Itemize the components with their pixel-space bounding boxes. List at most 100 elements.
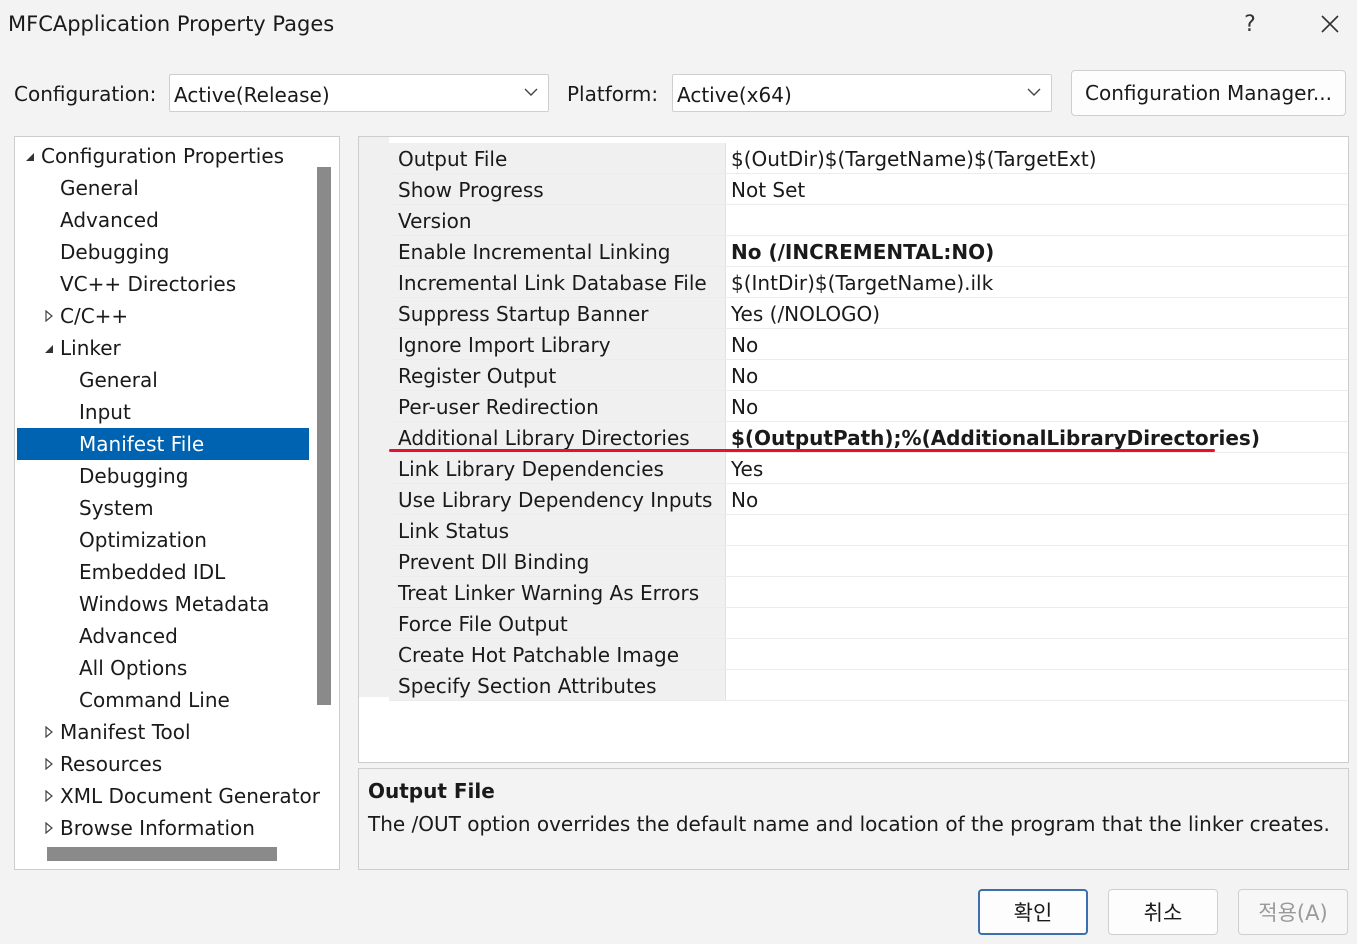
property-value[interactable]: $(OutDir)$(TargetName)$(TargetExt) bbox=[731, 143, 1097, 173]
tree-item[interactable]: Browse Information bbox=[17, 812, 309, 844]
tree-item[interactable]: Optimization bbox=[17, 524, 309, 556]
tree-expander[interactable] bbox=[42, 748, 56, 780]
property-row[interactable]: Force File Output bbox=[389, 608, 1348, 639]
tree-item-label: Embedded IDL bbox=[79, 560, 226, 584]
property-name: Additional Library Directories bbox=[389, 422, 726, 452]
property-row[interactable]: Enable Incremental Linking No (/INCREMENT… bbox=[389, 236, 1348, 267]
tree-item-label: Input bbox=[79, 400, 131, 424]
tree-item[interactable]: General bbox=[17, 364, 309, 396]
tree-item[interactable]: Embedded IDL bbox=[17, 556, 309, 588]
property-row[interactable]: Incremental Link Database File $(IntDir)$… bbox=[389, 267, 1348, 298]
tree-item[interactable]: XML Document Generator bbox=[17, 780, 320, 812]
close-button[interactable] bbox=[1310, 6, 1350, 42]
tree-item-label: Debugging bbox=[79, 464, 189, 488]
property-value[interactable]: No bbox=[731, 391, 758, 421]
tree-item[interactable]: Advanced bbox=[17, 204, 309, 236]
tree-item[interactable]: Debugging bbox=[17, 460, 309, 492]
platform-dropdown[interactable]: Active(x64) bbox=[672, 74, 1052, 112]
tree-item-label: XML Document Generator bbox=[60, 784, 320, 808]
tree-item[interactable]: Linker bbox=[17, 332, 309, 364]
property-row[interactable]: Output File $(OutDir)$(TargetName)$(Targe… bbox=[389, 143, 1348, 174]
property-name: Output File bbox=[389, 143, 726, 173]
property-row[interactable]: Link Status bbox=[389, 515, 1348, 546]
tree-item[interactable]: Resources bbox=[17, 748, 309, 780]
platform-label: Platform: bbox=[567, 82, 659, 106]
tree-item-label: Optimization bbox=[79, 528, 207, 552]
tree-item-label: System bbox=[79, 496, 154, 520]
tree-item-label: Browse Information bbox=[60, 816, 255, 840]
tree-item[interactable]: Manifest File bbox=[17, 428, 309, 460]
ok-button[interactable]: 확인 bbox=[978, 889, 1088, 935]
tree-item[interactable]: Command Line bbox=[17, 684, 309, 716]
property-value[interactable]: $(IntDir)$(TargetName).ilk bbox=[731, 267, 993, 297]
property-name: Prevent Dll Binding bbox=[389, 546, 726, 576]
property-row[interactable]: Specify Section Attributes bbox=[389, 670, 1348, 701]
expanded-triangle-icon bbox=[26, 153, 34, 161]
property-row[interactable]: Show Progress Not Set bbox=[389, 174, 1348, 205]
property-value[interactable]: $(OutputPath);%(AdditionalLibraryDirecto… bbox=[731, 422, 1260, 452]
property-value[interactable]: Yes (/NOLOGO) bbox=[731, 298, 880, 328]
property-value[interactable]: Yes bbox=[731, 453, 763, 483]
tree-item[interactable]: Windows Metadata bbox=[17, 588, 309, 620]
property-row[interactable]: Create Hot Patchable Image bbox=[389, 639, 1348, 670]
property-value[interactable]: No bbox=[731, 484, 758, 514]
tree-item[interactable]: Manifest Tool bbox=[17, 716, 309, 748]
tree-item[interactable]: System bbox=[17, 492, 309, 524]
cancel-button[interactable]: 취소 bbox=[1108, 889, 1218, 935]
collapsed-triangle-icon bbox=[45, 726, 53, 738]
property-row[interactable]: Ignore Import Library No bbox=[389, 329, 1348, 360]
configuration-dropdown[interactable]: Active(Release) bbox=[169, 74, 549, 112]
property-row[interactable]: Register Output No bbox=[389, 360, 1348, 391]
property-name: Register Output bbox=[389, 360, 726, 390]
tree-item[interactable]: General bbox=[17, 172, 309, 204]
property-name: Ignore Import Library bbox=[389, 329, 726, 359]
property-value[interactable]: No (/INCREMENTAL:NO) bbox=[731, 236, 994, 266]
property-name: Link Library Dependencies bbox=[389, 453, 726, 483]
property-name: Specify Section Attributes bbox=[389, 670, 726, 700]
tree-item[interactable]: VC++ Directories bbox=[17, 268, 309, 300]
property-row[interactable]: Link Library Dependencies Yes bbox=[389, 453, 1348, 484]
tree-item[interactable]: C/C++ bbox=[17, 300, 309, 332]
chevron-down-icon bbox=[524, 88, 538, 96]
expanded-triangle-icon bbox=[45, 345, 53, 353]
property-row[interactable]: Version bbox=[389, 205, 1348, 236]
property-row[interactable]: Treat Linker Warning As Errors bbox=[389, 577, 1348, 608]
property-value[interactable]: No bbox=[731, 329, 758, 359]
help-button[interactable]: ? bbox=[1230, 6, 1270, 42]
property-row[interactable]: Prevent Dll Binding bbox=[389, 546, 1348, 577]
tree-item-label: Advanced bbox=[60, 208, 159, 232]
tree-item[interactable]: Debugging bbox=[17, 236, 309, 268]
property-name: Per-user Redirection bbox=[389, 391, 726, 421]
configuration-manager-button[interactable]: Configuration Manager... bbox=[1071, 70, 1346, 116]
tree-horizontal-scrollbar[interactable] bbox=[47, 847, 277, 861]
tree-expander[interactable] bbox=[42, 812, 56, 844]
tree-expander[interactable] bbox=[42, 332, 56, 364]
property-value[interactable]: No bbox=[731, 360, 758, 390]
apply-button[interactable]: 적용(A) bbox=[1238, 889, 1348, 935]
tree-expander[interactable] bbox=[42, 780, 56, 812]
property-tree[interactable]: Configuration Properties General Advanced D… bbox=[14, 136, 340, 870]
tree-item[interactable]: Configuration Properties bbox=[17, 140, 309, 172]
configuration-label: Configuration: bbox=[14, 82, 157, 106]
property-row[interactable]: Per-user Redirection No bbox=[389, 391, 1348, 422]
tree-expander[interactable] bbox=[42, 300, 56, 332]
property-name: Treat Linker Warning As Errors bbox=[389, 577, 726, 607]
collapsed-triangle-icon bbox=[45, 758, 53, 770]
property-grid[interactable]: Output File $(OutDir)$(TargetName)$(Targe… bbox=[358, 136, 1349, 763]
window-title: MFCApplication Property Pages bbox=[8, 12, 335, 36]
tree-expander[interactable] bbox=[23, 140, 37, 172]
tree-expander[interactable] bbox=[42, 716, 56, 748]
property-value[interactable]: Not Set bbox=[731, 174, 805, 204]
tree-item-label: Command Line bbox=[79, 688, 230, 712]
property-row[interactable]: Suppress Startup Banner Yes (/NOLOGO) bbox=[389, 298, 1348, 329]
tree-item[interactable]: All Options bbox=[17, 652, 309, 684]
highlight-underline bbox=[389, 449, 1215, 452]
tree-item-label: Configuration Properties bbox=[41, 144, 285, 168]
tree-item-label: Linker bbox=[60, 336, 121, 360]
tree-item[interactable]: Advanced bbox=[17, 620, 309, 652]
tree-item-label: VC++ Directories bbox=[60, 272, 237, 296]
tree-item[interactable]: Input bbox=[17, 396, 309, 428]
tree-item-label: Manifest File bbox=[79, 432, 205, 456]
tree-vertical-scrollbar[interactable] bbox=[317, 167, 331, 705]
property-row[interactable]: Use Library Dependency Inputs No bbox=[389, 484, 1348, 515]
